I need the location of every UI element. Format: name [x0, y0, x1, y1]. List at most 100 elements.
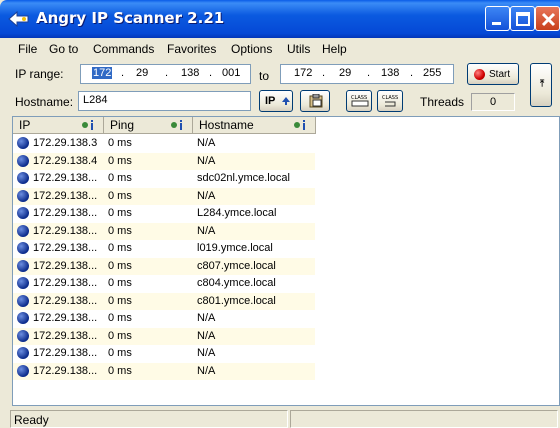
title-bar[interactable]: Angry IP Scanner 2.21	[0, 0, 560, 38]
arrow-up-icon	[282, 97, 290, 105]
table-row[interactable]: 172.29.138... 0 ms c804.ymce.local	[13, 275, 315, 293]
hostname-input[interactable]: L284	[78, 91, 251, 111]
table-row[interactable]: 172.29.138.3 0 ms N/A	[13, 135, 315, 153]
svg-text:CLASS: CLASS	[351, 95, 367, 101]
close-button[interactable]	[535, 6, 560, 31]
copy-button[interactable]	[300, 90, 330, 112]
menu-go-to[interactable]: Go to	[49, 42, 78, 56]
menu-file[interactable]: File	[18, 42, 37, 56]
table-row[interactable]: 172.29.138... 0 ms l019.ymce.local	[13, 240, 315, 258]
ip-range-start-field[interactable]: 172 . 29 . 138 . 001	[80, 64, 251, 84]
menu-utils[interactable]: Utils	[287, 42, 310, 56]
column-header-ip[interactable]: IP	[13, 117, 104, 134]
cell-ip: 172.29.138.4	[33, 154, 98, 167]
host-status-icon	[17, 259, 29, 272]
cell-ping: 0 ms	[108, 312, 132, 324]
table-row[interactable]: 172.29.138... 0 ms N/A	[13, 327, 315, 345]
cell-ping: 0 ms	[108, 242, 132, 254]
cell-hostname: N/A	[197, 154, 216, 167]
cell-ip: 172.29.138...	[33, 347, 98, 359]
cell-hostname: N/A	[197, 224, 216, 237]
table-row[interactable]: 172.29.138... 0 ms L284.ymce.local	[13, 205, 315, 223]
cell-ip: 172.29.138...	[33, 259, 98, 272]
cell-hostname: N/A	[197, 189, 216, 202]
cell-ip: 172.29.138...	[33, 329, 98, 342]
cell-ping: 0 ms	[108, 154, 132, 167]
cell-hostname: c807.ymce.local	[197, 259, 276, 272]
cell-ping: 0 ms	[108, 294, 132, 307]
cell-ping: 0 ms	[108, 137, 132, 149]
table-row[interactable]: 172.29.138.4 0 ms N/A	[13, 152, 315, 170]
ip-end-octet-2[interactable]: 29	[339, 67, 351, 79]
threads-count: 0	[471, 93, 515, 111]
maximize-icon	[516, 12, 530, 26]
cell-ping: 0 ms	[108, 277, 132, 289]
cell-hostname: N/A	[197, 329, 216, 342]
start-button[interactable]: Start	[467, 63, 519, 85]
cell-hostname: sdc02nl.ymce.local	[197, 172, 290, 184]
cell-hostname: c804.ymce.local	[197, 277, 276, 289]
results-table[interactable]: IP Ping Hostname 172.29.138.3 0 ms N/A 172.…	[12, 116, 560, 406]
clipboard-icon	[309, 94, 323, 108]
table-row[interactable]: 172.29.138... 0 ms c801.ymce.local	[13, 292, 315, 310]
status-text: Ready	[10, 410, 288, 428]
ip-range-label: IP range:	[15, 67, 64, 81]
cell-ip: 172.29.138...	[33, 172, 98, 184]
expand-panel-button[interactable]: ⇤	[530, 63, 552, 107]
menu-commands[interactable]: Commands	[93, 42, 154, 56]
host-status-icon	[17, 224, 29, 237]
cell-ping: 0 ms	[108, 347, 132, 359]
table-row[interactable]: 172.29.138... 0 ms sdc02nl.ymce.local	[13, 170, 315, 188]
column-header-ping[interactable]: Ping	[104, 117, 193, 134]
ip-start-octet-1[interactable]: 172	[92, 67, 113, 79]
cell-hostname: N/A	[197, 364, 216, 377]
menu-help[interactable]: Help	[322, 42, 347, 56]
ip-start-octet-3[interactable]: 138	[181, 67, 199, 79]
host-status-icon	[17, 172, 29, 184]
cell-ping: 0 ms	[108, 207, 132, 219]
sort-info-icon	[82, 120, 93, 130]
host-status-icon	[17, 189, 29, 202]
ip-start-octet-2[interactable]: 29	[136, 67, 148, 79]
table-row[interactable]: 172.29.138... 0 ms N/A	[13, 222, 315, 240]
window-title: Angry IP Scanner 2.21	[36, 9, 225, 27]
cell-hostname: l019.ymce.local	[197, 242, 273, 254]
maximize-button[interactable]	[510, 6, 535, 31]
ip-range-end-field[interactable]: 172 . 29 . 138 . 255	[280, 64, 454, 84]
class-a-button[interactable]: CLASS	[346, 90, 372, 112]
class-c-button[interactable]: CLASS	[377, 90, 403, 112]
ip-up-button[interactable]: IP	[259, 90, 293, 112]
app-icon	[8, 10, 29, 28]
table-row[interactable]: 172.29.138... 0 ms N/A	[13, 187, 315, 205]
host-status-icon	[17, 294, 29, 307]
ip-end-octet-3[interactable]: 138	[381, 67, 399, 79]
column-header-hostname[interactable]: Hostname	[193, 117, 316, 134]
start-icon	[474, 69, 485, 80]
host-status-icon	[17, 364, 29, 377]
ip-start-octet-4[interactable]: 001	[222, 67, 240, 79]
ip-end-octet-4[interactable]: 255	[423, 67, 441, 79]
cell-hostname: N/A	[197, 347, 216, 359]
cell-ip: 172.29.138...	[33, 294, 98, 307]
cell-ping: 0 ms	[108, 259, 132, 272]
cell-ping: 0 ms	[108, 189, 132, 202]
ip-up-label: IP	[265, 95, 276, 107]
cell-ping: 0 ms	[108, 224, 132, 237]
menu-favorites[interactable]: Favorites	[167, 42, 216, 56]
cell-ip: 172.29.138...	[33, 364, 98, 377]
table-row[interactable]: 172.29.138... 0 ms c807.ymce.local	[13, 257, 315, 275]
start-button-label: Start	[489, 69, 511, 80]
table-row[interactable]: 172.29.138... 0 ms N/A	[13, 310, 315, 328]
host-status-icon	[17, 242, 29, 254]
threads-label: Threads	[420, 95, 465, 109]
expand-panel-icon: ⇤	[536, 79, 547, 88]
cell-hostname: c801.ymce.local	[197, 294, 276, 307]
status-pane-secondary	[290, 410, 558, 428]
menu-bar: File Go to Commands Favorites Options Ut…	[0, 38, 560, 58]
table-row[interactable]: 172.29.138... 0 ms N/A	[13, 362, 315, 380]
minimize-button[interactable]	[485, 6, 510, 31]
cell-ip: 172.29.138...	[33, 224, 98, 237]
menu-options[interactable]: Options	[231, 42, 272, 56]
table-row[interactable]: 172.29.138... 0 ms N/A	[13, 345, 315, 363]
ip-end-octet-1[interactable]: 172	[294, 67, 312, 79]
